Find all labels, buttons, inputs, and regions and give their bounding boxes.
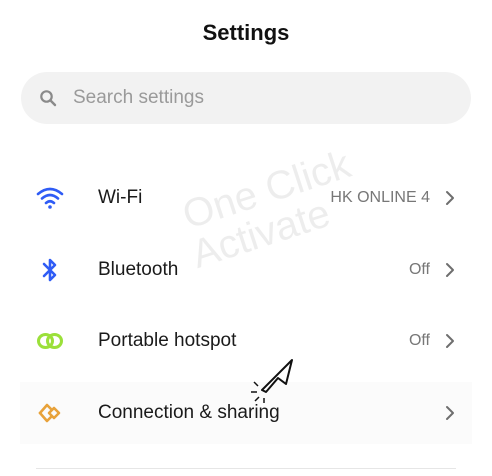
bluetooth-icon bbox=[36, 256, 64, 284]
hotspot-value: Off bbox=[408, 332, 430, 349]
pointer-cursor-icon bbox=[251, 359, 293, 403]
chevron-right-icon bbox=[446, 334, 454, 348]
bluetooth-label: Bluetooth bbox=[98, 259, 179, 280]
chevron-right-icon bbox=[446, 263, 454, 277]
settings-screen: Settings Search settings Wi-Fi HK ONLINE… bbox=[0, 0, 492, 476]
search-bar[interactable]: Search settings bbox=[21, 72, 471, 124]
connection-sharing-label: Connection & sharing bbox=[98, 402, 280, 423]
settings-item-wifi[interactable]: Wi-Fi HK ONLINE 4 bbox=[20, 167, 472, 229]
bluetooth-value: Off bbox=[408, 261, 430, 278]
settings-item-hotspot[interactable]: Portable hotspot Off bbox=[20, 310, 472, 372]
wifi-icon bbox=[36, 184, 64, 212]
chevron-right-icon bbox=[446, 406, 454, 420]
hotspot-icon bbox=[36, 327, 64, 355]
search-placeholder: Search settings bbox=[73, 87, 204, 108]
settings-item-connection-sharing[interactable]: Connection & sharing bbox=[20, 382, 472, 444]
chevron-right-icon bbox=[446, 191, 454, 205]
search-icon bbox=[40, 90, 57, 107]
wifi-label: Wi-Fi bbox=[98, 187, 143, 208]
page-title: Settings bbox=[202, 20, 290, 45]
settings-item-bluetooth[interactable]: Bluetooth Off bbox=[20, 239, 472, 301]
hotspot-label: Portable hotspot bbox=[98, 330, 237, 351]
connection-sharing-icon bbox=[36, 399, 64, 427]
wifi-value: HK ONLINE 4 bbox=[330, 189, 430, 206]
divider bbox=[36, 468, 456, 469]
